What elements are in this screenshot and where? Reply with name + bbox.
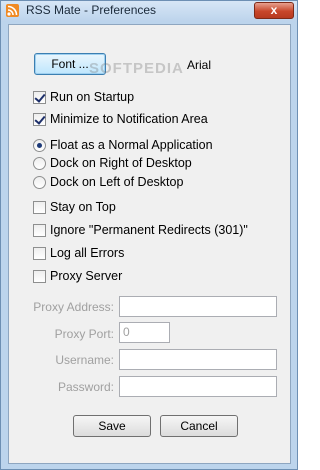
run-on-startup-label: Run on Startup (50, 90, 135, 104)
proxy-address-label: Proxy Address: (33, 300, 114, 314)
window-title: RSS Mate - Preferences (26, 3, 157, 17)
proxy-port-field[interactable]: 0 (119, 322, 170, 343)
proxy-server-check[interactable] (33, 270, 46, 283)
dock-right-label: Dock on Right of Desktop (50, 156, 192, 170)
ignore-redirects-label: Ignore "Permanent Redirects (301)" (50, 223, 248, 237)
cancel-button[interactable]: Cancel (160, 415, 238, 437)
minimize-to-tray-check[interactable] (33, 113, 46, 126)
log-errors-check[interactable] (33, 247, 46, 260)
stay-on-top-check[interactable] (33, 201, 46, 214)
username-field[interactable] (119, 349, 277, 370)
dock-left-radio-button[interactable] (33, 176, 46, 189)
preferences-panel: Font ... SOFTPEDIA Arial Run on Startup … (8, 24, 291, 464)
log-errors-label: Log all Errors (50, 246, 125, 260)
proxy-address-field[interactable] (119, 296, 277, 317)
ignore-redirects-check[interactable] (33, 224, 46, 237)
run-on-startup-check[interactable] (33, 91, 46, 104)
dock-right-radio-button[interactable] (33, 157, 46, 170)
float-normal-radio-button[interactable] (33, 139, 46, 152)
proxy-port-label: Proxy Port: (54, 327, 114, 341)
title-bar[interactable]: RSS Mate - Preferences x (1, 1, 297, 21)
proxy-server-label: Proxy Server (50, 269, 123, 283)
password-field[interactable] (119, 376, 277, 397)
username-label: Username: (55, 353, 114, 367)
close-icon: x (270, 3, 278, 17)
close-button[interactable]: x (254, 2, 294, 19)
password-label: Password: (57, 380, 114, 394)
preferences-window: RSS Mate - Preferences x Font ... SOFTPE… (0, 0, 298, 470)
font-value: Arial (187, 58, 212, 72)
stay-on-top-label: Stay on Top (50, 200, 116, 214)
save-button[interactable]: Save (73, 415, 151, 437)
minimize-to-tray-label: Minimize to Notification Area (50, 112, 208, 126)
float-normal-label: Float as a Normal Application (50, 138, 213, 152)
rss-icon (6, 4, 19, 17)
dock-left-label: Dock on Left of Desktop (50, 175, 184, 189)
watermark: SOFTPEDIA (89, 60, 184, 77)
